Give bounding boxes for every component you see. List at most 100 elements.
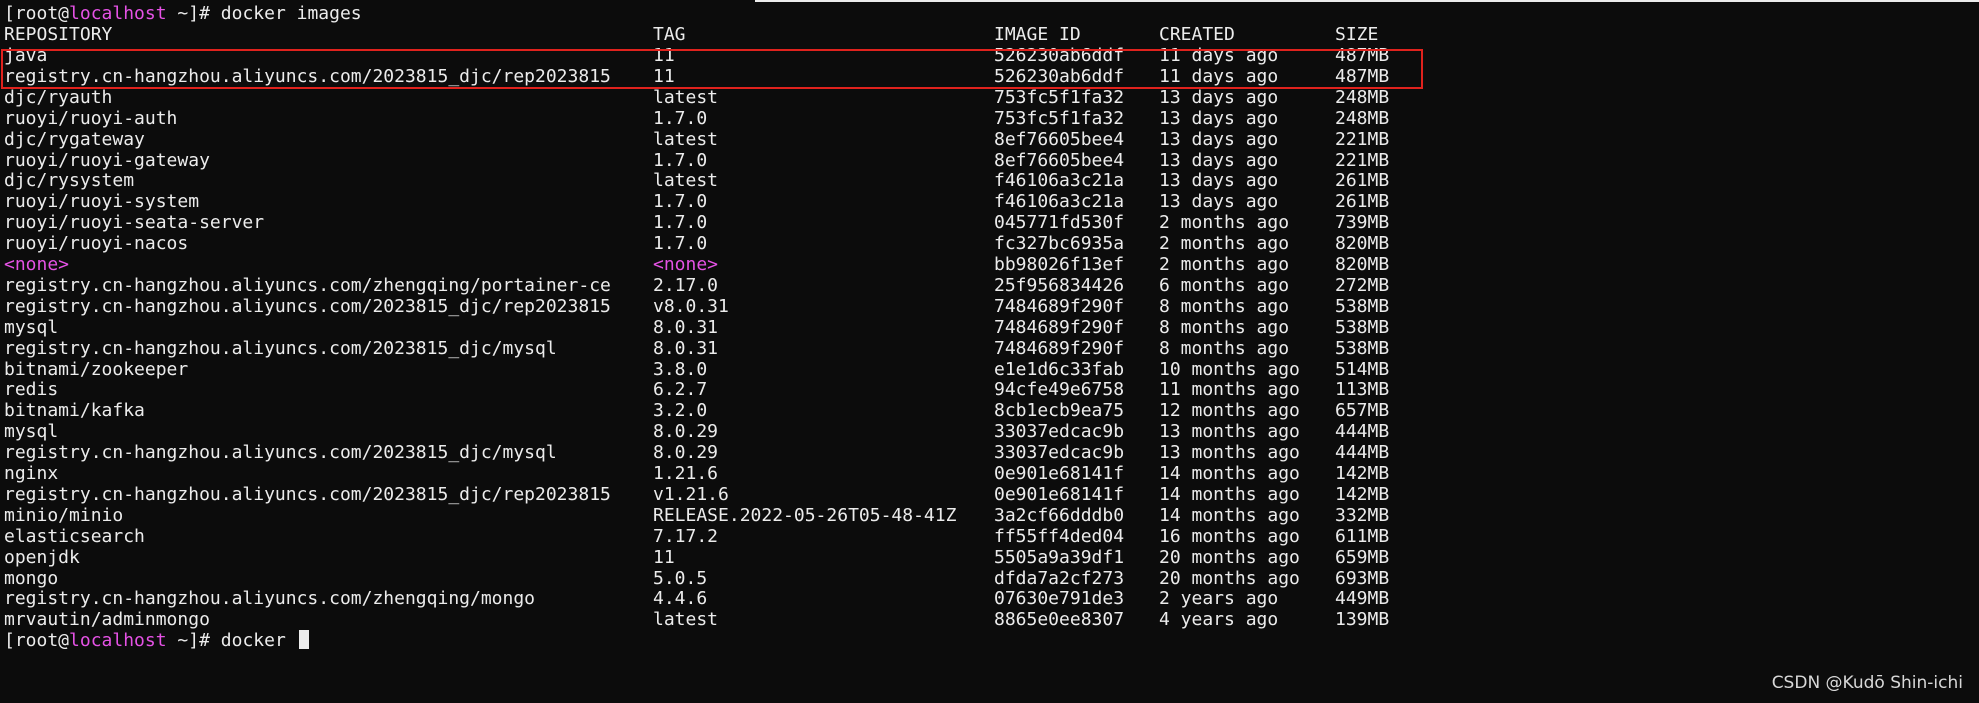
cell-tag: 1.7.0: [653, 191, 708, 213]
cell-size: 113MB: [1335, 379, 1390, 401]
cell-tag: 1.7.0: [653, 233, 708, 255]
cell-tag: 2.17.0: [653, 274, 719, 296]
cell-size: 820MB: [1335, 254, 1390, 275]
cell-image-id: f46106a3c21a: [994, 170, 1125, 192]
cell-repository: openjdk: [4, 546, 80, 568]
cell-size: 538MB: [1335, 316, 1390, 338]
prompt-suffix: ~]#: [166, 630, 221, 652]
cell-created: 13 months ago: [1159, 442, 1300, 464]
cell-repository: djc/rysystem: [4, 170, 135, 192]
cell-image-id: 0e901e68141f: [994, 463, 1125, 484]
cell-tag: 3.2.0: [653, 400, 708, 422]
cell-repository: registry.cn-hangzhou.aliyuncs.com/zhengq…: [4, 588, 536, 610]
cell-size: 142MB: [1335, 463, 1390, 484]
cell-tag: latest: [653, 128, 719, 150]
cell-repository: registry.cn-hangzhou.aliyuncs.com/202381…: [4, 442, 557, 464]
cell-repository: ruoyi/ruoyi-nacos: [4, 233, 189, 255]
cell-created: 20 months ago: [1159, 546, 1300, 568]
cell-tag: RELEASE.2022-05-26T05-48-41Z: [653, 504, 957, 526]
cell-repository: <none>: [4, 254, 70, 275]
cell-size: 261MB: [1335, 191, 1390, 213]
prompt-hostname: localhost: [69, 630, 167, 652]
cell-repository: bitnami/zookeeper: [4, 358, 189, 380]
cell-repository: djc/rygateway: [4, 128, 145, 150]
cell-tag: 8.0.31: [653, 316, 719, 338]
cell-tag: 1.21.6: [653, 463, 719, 484]
cell-created: 14 months ago: [1159, 504, 1300, 526]
cell-image-id: e1e1d6c33fab: [994, 358, 1125, 380]
cell-tag: v8.0.31: [653, 295, 729, 317]
watermark-label: CSDN @Kudō Shin-ichi: [1771, 673, 1963, 693]
cell-image-id: 045771fd530f: [994, 212, 1125, 234]
cell-created: 2 years ago: [1159, 588, 1279, 610]
command-prompt-line: [root@localhost ~]# docker images: [4, 3, 362, 24]
cell-size: 444MB: [1335, 421, 1390, 443]
cell-image-id: 8ef76605bee4: [994, 128, 1125, 150]
cell-size: 248MB: [1335, 107, 1390, 129]
typed-command: docker: [220, 630, 297, 652]
highlight-annotation-box: [1, 49, 1423, 89]
cell-size: 449MB: [1335, 588, 1390, 610]
cell-image-id: 7484689f290f: [994, 316, 1125, 338]
cell-created: 13 months ago: [1159, 421, 1300, 443]
cell-size: 611MB: [1335, 525, 1390, 547]
cell-tag: 1.7.0: [653, 149, 708, 171]
cell-created: 4 years ago: [1159, 609, 1279, 631]
cell-tag: v1.21.6: [653, 483, 729, 505]
cell-size: 248MB: [1335, 86, 1390, 108]
header-created: CREATED: [1159, 24, 1235, 45]
header-repository: REPOSITORY: [4, 24, 113, 45]
cell-created: 11 months ago: [1159, 379, 1300, 401]
cell-repository: bitnami/kafka: [4, 400, 145, 422]
prompt-hostname: localhost: [69, 3, 167, 24]
cell-created: 14 months ago: [1159, 483, 1300, 505]
cell-image-id: 753fc5f1fa32: [994, 86, 1125, 108]
cell-size: 538MB: [1335, 295, 1390, 317]
cell-repository: mysql: [4, 421, 59, 443]
cell-repository: mongo: [4, 567, 59, 589]
active-prompt-line[interactable]: [root@localhost ~]# docker: [4, 630, 309, 651]
cell-repository: nginx: [4, 463, 59, 484]
cell-tag: latest: [653, 609, 719, 631]
cell-tag: latest: [653, 86, 719, 108]
cell-image-id: f46106a3c21a: [994, 191, 1125, 213]
cell-created: 12 months ago: [1159, 400, 1300, 422]
cell-image-id: dfda7a2cf273: [994, 567, 1125, 589]
cell-image-id: 8ef76605bee4: [994, 149, 1125, 171]
cell-created: 8 months ago: [1159, 337, 1290, 359]
cell-image-id: 7484689f290f: [994, 295, 1125, 317]
cell-repository: ruoyi/ruoyi-auth: [4, 107, 178, 129]
header-tag: TAG: [653, 24, 686, 45]
cell-created: 20 months ago: [1159, 567, 1300, 589]
cell-repository: mysql: [4, 316, 59, 338]
cell-size: 139MB: [1335, 609, 1390, 631]
cell-repository: ruoyi/ruoyi-seata-server: [4, 212, 265, 234]
header-image-id: IMAGE ID: [994, 24, 1081, 45]
table-header-row: REPOSITORY TAG IMAGE ID CREATED SIZE: [4, 24, 1378, 45]
cell-tag: 8.0.29: [653, 442, 719, 464]
cell-created: 2 months ago: [1159, 233, 1290, 255]
cell-size: 332MB: [1335, 504, 1390, 526]
cell-created: 13 days ago: [1159, 86, 1279, 108]
cell-tag: 7.17.2: [653, 525, 719, 547]
cell-created: 10 months ago: [1159, 358, 1300, 380]
cell-created: 13 days ago: [1159, 149, 1279, 171]
cell-created: 13 days ago: [1159, 191, 1279, 213]
text-cursor: [298, 630, 309, 650]
cell-tag: 11: [653, 546, 675, 568]
cell-image-id: bb98026f13ef: [994, 254, 1125, 275]
terminal-window[interactable]: [root@localhost ~]# docker images REPOSI…: [0, 0, 1979, 703]
cell-repository: redis: [4, 379, 59, 401]
cell-tag: 1.7.0: [653, 212, 708, 234]
cell-tag: 1.7.0: [653, 107, 708, 129]
cell-tag: <none>: [653, 254, 719, 275]
prompt-suffix: ~]#: [166, 3, 221, 24]
cell-image-id: 5505a9a39df1: [994, 546, 1125, 568]
cell-size: 739MB: [1335, 212, 1390, 234]
cell-image-id: 7484689f290f: [994, 337, 1125, 359]
prompt-prefix: [root@: [4, 630, 70, 652]
cell-created: 8 months ago: [1159, 316, 1290, 338]
cell-image-id: 94cfe49e6758: [994, 379, 1125, 401]
cell-tag: 8.0.29: [653, 421, 719, 443]
cell-image-id: 07630e791de3: [994, 588, 1125, 610]
